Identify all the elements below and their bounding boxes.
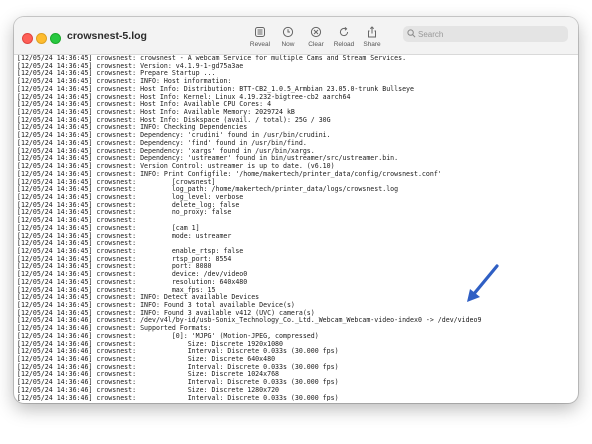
share-icon bbox=[368, 26, 376, 38]
share-label: Share bbox=[363, 41, 381, 48]
search-icon bbox=[407, 29, 416, 38]
log-line: [12/05/24 14:36:46] crowsnest: Interval:… bbox=[17, 393, 339, 401]
search-field[interactable] bbox=[403, 26, 568, 42]
window-titlebar: crowsnest-5.log Reveal Now Clear Reload … bbox=[14, 17, 578, 55]
clear-icon bbox=[310, 26, 322, 38]
annotation-arrow-icon bbox=[467, 264, 499, 302]
window-title: crowsnest-5.log bbox=[67, 30, 147, 42]
zoom-window-button[interactable] bbox=[50, 33, 61, 44]
reveal-icon bbox=[255, 27, 265, 37]
share-button[interactable]: Share bbox=[355, 26, 389, 48]
minimize-window-button[interactable] bbox=[36, 33, 47, 44]
clock-icon bbox=[282, 26, 294, 38]
console-window: crowsnest-5.log Reveal Now Clear Reload … bbox=[14, 17, 578, 403]
search-input[interactable] bbox=[418, 26, 563, 42]
reload-icon bbox=[339, 27, 349, 37]
log-view[interactable]: [12/05/24 14:36:45] crowsnest: crowsnest… bbox=[17, 55, 572, 401]
close-window-button[interactable] bbox=[22, 33, 33, 44]
